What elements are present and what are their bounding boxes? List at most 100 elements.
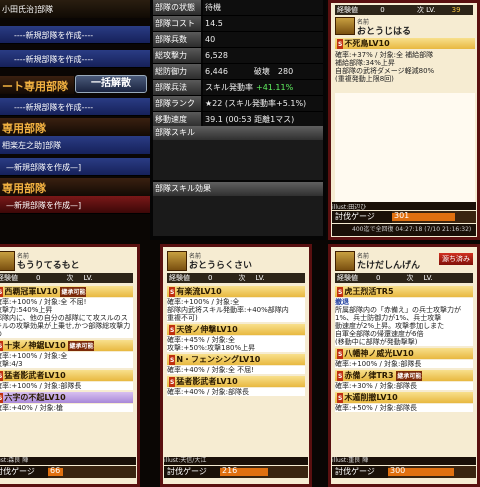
officer-card[interactable]: 名前 たけだしんげん 源ち済み 経験値 0 次 LV. S 虎王烈活TR5 撤退 所属部隊内の「赤備…	[328, 244, 480, 487]
gauge-label: 討伐ゲージ	[332, 211, 392, 223]
inherit-tag: 継承可能	[60, 287, 87, 297]
skill-name: 六字の不起LV10	[4, 393, 66, 402]
rarity-icon	[335, 17, 355, 35]
gauge-label: 討伐ゲージ	[0, 466, 48, 478]
exp-label: 経験値	[337, 274, 358, 282]
restore-time: 04:27:18 (7/10 21:16:32)	[395, 226, 472, 233]
unit-list-item[interactable]: 小田氏治]部隊	[0, 0, 150, 18]
stat-value-text: 6,528	[205, 51, 228, 60]
unit-skills-area	[153, 140, 323, 180]
skill-description: 確率:+37% / 対象:全 補給部隊 補給部隊:34%上昇 自部隊の武将ダメージ軽…	[335, 51, 475, 91]
skill-subtitle: 撤退	[335, 298, 349, 306]
create-unit-button[interactable]: ----新規部隊を作成----	[0, 26, 150, 44]
stat-value-text: 39.1 (00:53 距離1マス)	[205, 115, 295, 124]
skill-name: 天啓ノ伸撃LV10	[176, 325, 238, 334]
create-unit-button[interactable]: —新規部隊を作成—]	[0, 196, 150, 214]
card-name: おとうじはる	[357, 27, 412, 37]
stat-label: 部隊兵法	[153, 80, 201, 95]
special-unit-heading: ート専用部隊	[0, 76, 74, 94]
stat-label: 部隊兵数	[153, 32, 201, 47]
skill-title: S 木遁削撤LV10	[335, 392, 473, 403]
exp-value: 0	[208, 274, 213, 282]
restore-text: 400迄で全回復	[352, 226, 394, 233]
next-label: 次 LV.	[416, 6, 436, 14]
stat-row: 部隊兵法 スキル発動率 +41.11%	[153, 80, 323, 96]
create-unit-button[interactable]: —新規部隊を作成—]	[0, 158, 150, 176]
skill-title: S 天啓ノ伸撃LV10	[167, 324, 305, 335]
skill-description: 確率:+40% / 対象:槍	[0, 404, 133, 412]
stat-value: 待機	[203, 0, 323, 15]
skill-line: 自部隊の武将ダメージ軽減80%	[335, 67, 435, 75]
unit-skills-heading: 部隊スキル	[153, 126, 323, 140]
skill-name: 赤備ノ律TR3	[344, 371, 394, 380]
skill-line: 確率:+100% / 対象:全	[167, 298, 240, 306]
stat-row: 部隊コスト 14.5	[153, 16, 323, 32]
inherit-tag: 継承可能	[396, 371, 423, 381]
stat-label: 部隊の状態	[153, 0, 201, 15]
heading-text: 部隊スキル効果	[155, 184, 211, 193]
create-unit-button[interactable]: ----新規部隊を作成----	[0, 50, 150, 68]
next-value: 39	[451, 6, 461, 14]
skill-name: 虎王烈活TR5	[344, 287, 394, 296]
skill-description: 撤退 所属部隊内の「赤備え」の兵士攻撃力が1%、兵士防御力が1%、兵士攻撃 動速度が…	[335, 298, 473, 346]
stat-row: 部隊兵数 40	[153, 32, 323, 48]
stat-bonus: +41.11%	[256, 83, 294, 92]
skill-name: 八幡神ノ威光LV10	[344, 349, 414, 358]
stat-row: 総攻撃力 6,528	[153, 48, 323, 64]
gauge-value: 216	[222, 466, 238, 475]
skill-title: S 虎王烈活TR5	[335, 286, 473, 297]
skill-description: 確率:+100% / 対象:部隊長	[335, 360, 473, 368]
skill-line: 重複不可)	[167, 314, 198, 322]
officer-card[interactable]: 名前 おとうらくさい 経験値 0 次 LV. S 有楽流LV10 確率:+100% / 対象:全…	[160, 244, 312, 487]
skill-line: 所属部隊内の「赤備え」の兵士攻撃力が1%、兵士防御力が1%、兵士攻撃	[335, 306, 461, 322]
gauge-value: 300	[390, 466, 406, 475]
stat-label: 総防御力	[153, 64, 201, 79]
stat-value-text: ★22 (スキル発動率+5.1%)	[205, 99, 307, 108]
skill-rank-icon: S	[0, 287, 4, 297]
skill-line: 部隊内に、他の自分の部隊にて攻スルのスキルの攻撃効果が上乗せ,かつ部隊総攻撃力の	[0, 314, 131, 338]
create-unit-label: ----新規部隊を作成----	[14, 103, 94, 112]
exp-label: 経験値	[0, 274, 18, 282]
disband-all-button[interactable]: 一括解散	[75, 75, 147, 93]
skill-description: 確率:+100% / 対象:全 部隊内武将スキル発動率:+40%部隊内 重複不可)	[167, 298, 305, 322]
stat-value: 40	[203, 32, 323, 47]
unit-list-item[interactable]: 相楽左之助]部隊	[0, 136, 150, 154]
exclusive-unit-heading: 専用部隊	[0, 178, 150, 196]
skill-title: S N・フェンシングLV10	[167, 354, 305, 365]
officer-card[interactable]: 名前 もうりてるもと 経験値 0 次 LV. S 西覇冠軍LV10 継承可能 確率:+100% …	[0, 244, 140, 487]
create-unit-label: —新規部隊を作成—]	[6, 201, 82, 210]
stat-value-text: 14.5	[205, 19, 223, 28]
skill-rank-icon: S	[169, 377, 176, 387]
skill-title: S 猛者影武者LV10	[0, 370, 133, 381]
skill-title: S 八幡神ノ威光LV10	[335, 348, 473, 359]
stat-value: 6,528	[203, 48, 323, 63]
stat-value-text: 40	[205, 35, 216, 44]
exp-value: 0	[380, 6, 385, 14]
stat-label: 部隊ランク	[153, 96, 201, 111]
stat-value: 14.5	[203, 16, 323, 31]
next-label: 次	[66, 274, 74, 282]
skill-line: 確率:+37% / 対象:全 補給部隊	[335, 51, 434, 59]
skill-line: 確率:+100% / 対象:部隊長	[0, 382, 82, 390]
skill-title: S 不死鳥LV10	[335, 38, 475, 49]
gauge-track: 300	[388, 466, 476, 478]
inherit-tag: 継承可能	[68, 341, 95, 351]
skill-name: 不死鳥LV10	[344, 39, 390, 48]
skill-title: S 猛者影武者LV10	[167, 376, 305, 387]
stat-value: ★22 (スキル発動率+5.1%)	[203, 96, 323, 111]
skill-title: S 西覇冠軍LV10 継承可能	[0, 286, 133, 297]
exp-bar: 経験値 0 次 LV.	[335, 273, 473, 283]
unit-skill-effect-area	[153, 196, 323, 236]
stat-extra-label: 破壊	[253, 67, 270, 76]
stat-row: 部隊ランク ★22 (スキル発動率+5.1%)	[153, 96, 323, 112]
exp-label: 経験値	[169, 274, 190, 282]
button-label: 一括解散	[91, 78, 131, 89]
skill-line: 攻撃力:540%上昇	[0, 306, 53, 314]
gauge-track: 216	[220, 466, 308, 478]
create-unit-button[interactable]: ----新規部隊を作成----	[0, 98, 150, 116]
skill-line: 動速度が2%上昇。攻撃参加しまた	[335, 322, 445, 330]
skill-rank-icon: S	[0, 341, 4, 351]
restore-info: 400迄で全回復 04:27:18 (7/10 21:16:32)	[332, 224, 476, 236]
skill-rank-icon: S	[337, 393, 344, 403]
skill-line: 確率:+45% / 対象:全	[167, 336, 235, 344]
